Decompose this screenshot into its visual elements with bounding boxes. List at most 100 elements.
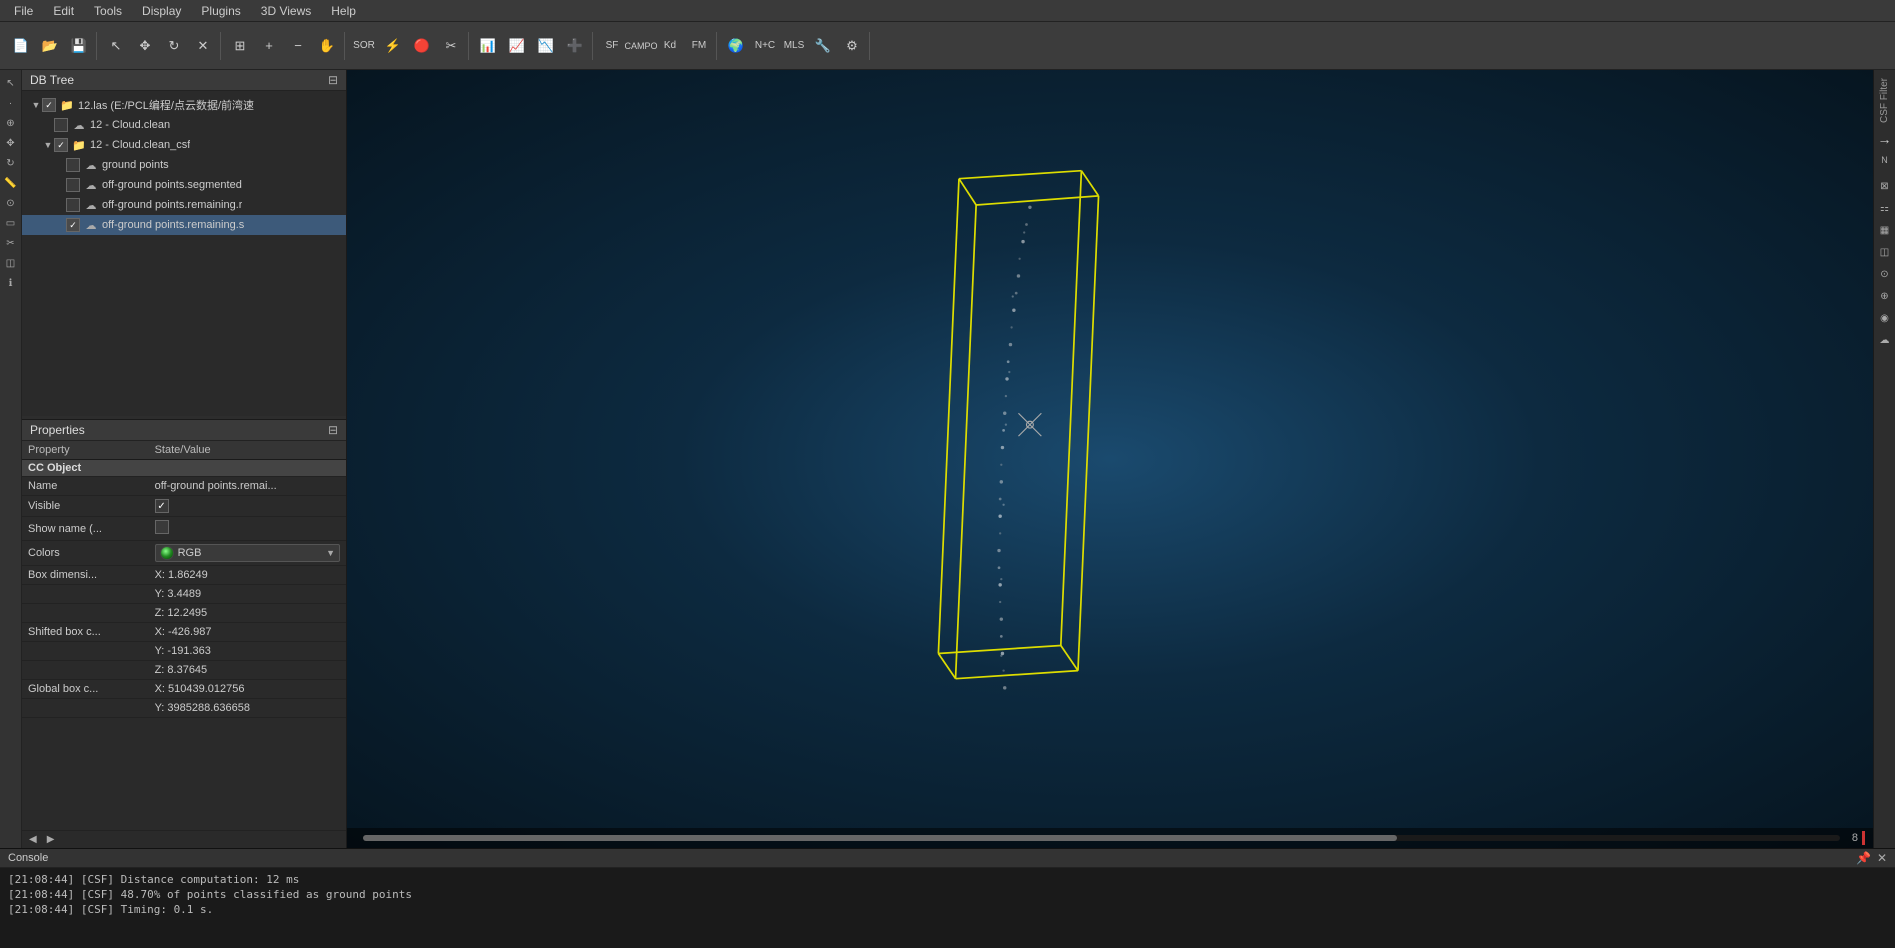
csf-filter-sidebar: CSF Filter → N ⊠ ⚏ ▦ ◫ ⊙ ⊕ ◉ ☁ xyxy=(1873,70,1895,848)
toolbar-extra2-btn[interactable]: N+C xyxy=(751,32,779,60)
tree-item-las[interactable]: ▼ ✓ 📁 12.las (E:/PCL编程/点云数据/前湾速 xyxy=(22,95,346,115)
tree-check-cloud-csf[interactable]: ✓ xyxy=(54,138,68,152)
toolbar-pan-btn[interactable]: ✋ xyxy=(313,32,341,60)
menu-edit[interactable]: Edit xyxy=(43,2,84,20)
toolbar-campo-btn[interactable]: CAMPO xyxy=(627,32,655,60)
tree-item-rem-s[interactable]: ▶ ✓ ☁ off-ground points.remaining.s xyxy=(22,215,346,235)
csf-view2-btn[interactable]: ⚏ xyxy=(1876,199,1894,217)
menu-file[interactable]: File xyxy=(4,2,43,20)
menu-3dviews[interactable]: 3D Views xyxy=(251,2,321,20)
menu-help[interactable]: Help xyxy=(321,2,366,20)
toolbar-extra4-btn[interactable]: 🔧 xyxy=(809,32,837,60)
menu-tools[interactable]: Tools xyxy=(84,2,132,20)
props-visible-checkbox[interactable] xyxy=(155,499,169,513)
db-tree-content[interactable]: ▼ ✓ 📁 12.las (E:/PCL编程/点云数据/前湾速 ▶ ☁ 12 -… xyxy=(22,91,346,416)
viewport[interactable]: 8 xyxy=(347,70,1873,848)
tree-expand-rem-r[interactable]: ▶ xyxy=(54,200,66,211)
tree-check-rem-r[interactable] xyxy=(66,198,80,212)
csf-view6-btn[interactable]: ⊕ xyxy=(1876,287,1894,305)
console-close-icon[interactable]: ✕ xyxy=(1877,851,1887,865)
tree-expand-cloud-csf[interactable]: ▼ xyxy=(42,140,54,150)
toolbar-cloud4-btn[interactable]: ✂ xyxy=(437,32,465,60)
left-tool-point[interactable]: · xyxy=(2,94,20,112)
console-line-3: [21:08:44] [CSF] Timing: 0.1 s. xyxy=(8,902,1887,917)
props-row-shifted-x: Shifted box c... X: -426.987 xyxy=(22,623,346,642)
props-scroll-right-btn[interactable]: ▶ xyxy=(44,833,58,846)
props-header: Properties ⊟ xyxy=(22,420,346,441)
tree-item-cloud-clean[interactable]: ▶ ☁ 12 - Cloud.clean xyxy=(22,115,346,135)
tree-item-rem-r[interactable]: ▶ ☁ off-ground points.remaining.r xyxy=(22,195,346,215)
props-colors-dropdown[interactable]: RGB ▼ xyxy=(155,544,340,562)
toolbar-measure1-btn[interactable]: 📊 xyxy=(474,32,502,60)
props-showname-checkbox[interactable] xyxy=(155,520,169,534)
props-visible-value[interactable] xyxy=(149,496,346,517)
tree-expand-cloud-clean[interactable]: ▶ xyxy=(42,120,54,131)
viewport-statusbar: 8 xyxy=(347,828,1873,848)
toolbar-measure4-btn[interactable]: ➕ xyxy=(561,32,589,60)
toolbar-measure3-btn[interactable]: 📉 xyxy=(532,32,560,60)
toolbar-extra3-btn[interactable]: MLS xyxy=(780,32,808,60)
left-tool-pan[interactable]: ✥ xyxy=(2,134,20,152)
left-tool-pick[interactable]: ⊙ xyxy=(2,194,20,212)
csf-view4-btn[interactable]: ◫ xyxy=(1876,243,1894,261)
toolbar-cloud1-btn[interactable]: SOR xyxy=(350,32,378,60)
tree-check-seg[interactable] xyxy=(66,178,80,192)
props-close-icon[interactable]: ⊟ xyxy=(328,423,338,437)
menu-plugins[interactable]: Plugins xyxy=(191,2,250,20)
tree-expand-rem-s[interactable]: ▶ xyxy=(54,220,66,231)
tree-expand-las[interactable]: ▼ xyxy=(30,100,42,110)
tree-icon-ground: ☁ xyxy=(83,157,99,173)
toolbar-open-btn[interactable]: 📂 xyxy=(36,32,64,60)
toolbar-measure2-btn[interactable]: 📈 xyxy=(503,32,531,60)
left-tool-clip[interactable]: ✂ xyxy=(2,234,20,252)
left-tool-rotate[interactable]: ↻ xyxy=(2,154,20,172)
tree-expand-ground[interactable]: ▶ xyxy=(54,160,66,171)
toolbar-sf-btn[interactable]: SF xyxy=(598,32,626,60)
tree-item-cloud-csf[interactable]: ▼ ✓ 📁 12 - Cloud.clean_csf xyxy=(22,135,346,155)
console-header: Console 📌 ✕ xyxy=(0,849,1895,868)
db-tree-close-icon[interactable]: ⊟ xyxy=(328,73,338,87)
props-colors-value[interactable]: RGB ▼ xyxy=(149,541,346,566)
toolbar-extra5-btn[interactable]: ⚙ xyxy=(838,32,866,60)
csf-view8-btn[interactable]: ☁ xyxy=(1876,331,1894,349)
toolbar-cloud2-btn[interactable]: ⚡ xyxy=(379,32,407,60)
left-tool-layers[interactable]: ◫ xyxy=(2,254,20,272)
left-tool-cursor[interactable]: ↖ xyxy=(2,74,20,92)
tree-expand-seg[interactable]: ▶ xyxy=(54,180,66,191)
toolbar-new-btn[interactable]: 📄 xyxy=(7,32,35,60)
toolbar-cloud3-btn[interactable]: 🔴 xyxy=(408,32,436,60)
tree-check-rem-s[interactable]: ✓ xyxy=(66,218,80,232)
props-shifted-z-label xyxy=(22,661,149,680)
left-tool-measure[interactable]: 📏 xyxy=(2,174,20,192)
toolbar-zoom-out-btn[interactable]: − xyxy=(284,32,312,60)
csf-view1-btn[interactable]: ⊠ xyxy=(1876,177,1894,195)
toolbar-delete-btn[interactable]: ✕ xyxy=(189,32,217,60)
props-scroll-left-btn[interactable]: ◀ xyxy=(26,833,40,846)
csf-view7-btn[interactable]: ◉ xyxy=(1876,309,1894,327)
toolbar-fm-btn[interactable]: FM xyxy=(685,32,713,60)
console-pin-icon[interactable]: 📌 xyxy=(1856,851,1871,865)
tree-check-ground[interactable] xyxy=(66,158,80,172)
toolbar-select-btn[interactable]: ↖ xyxy=(102,32,130,60)
toolbar-zoom-in-btn[interactable]: + xyxy=(255,32,283,60)
toolbar-kd-btn[interactable]: Kd xyxy=(656,32,684,60)
tree-check-cloud-clean[interactable] xyxy=(54,118,68,132)
toolbar-zoom-fit-btn[interactable]: ⊞ xyxy=(226,32,254,60)
csf-view3-btn[interactable]: ▦ xyxy=(1876,221,1894,239)
tree-item-ground[interactable]: ▶ ☁ ground points xyxy=(22,155,346,175)
console-content[interactable]: [21:08:44] [CSF] Distance computation: 1… xyxy=(0,868,1895,948)
props-showname-value[interactable] xyxy=(149,517,346,541)
props-content[interactable]: Property State/Value CC Object Name off-… xyxy=(22,441,346,830)
left-tool-zoom[interactable]: ⊕ xyxy=(2,114,20,132)
left-tool-info[interactable]: ℹ xyxy=(2,274,20,292)
menu-display[interactable]: Display xyxy=(132,2,191,20)
toolbar-move-btn[interactable]: ✥ xyxy=(131,32,159,60)
tree-check-las[interactable]: ✓ xyxy=(42,98,56,112)
toolbar-save-btn[interactable]: 💾 xyxy=(65,32,93,60)
toolbar-rotate-btn[interactable]: ↻ xyxy=(160,32,188,60)
csf-arrow-icon[interactable]: → xyxy=(1878,131,1892,147)
toolbar-extra1-btn[interactable]: 🌍 xyxy=(722,32,750,60)
left-tool-select[interactable]: ▭ xyxy=(2,214,20,232)
csf-view5-btn[interactable]: ⊙ xyxy=(1876,265,1894,283)
tree-item-seg[interactable]: ▶ ☁ off-ground points.segmented xyxy=(22,175,346,195)
